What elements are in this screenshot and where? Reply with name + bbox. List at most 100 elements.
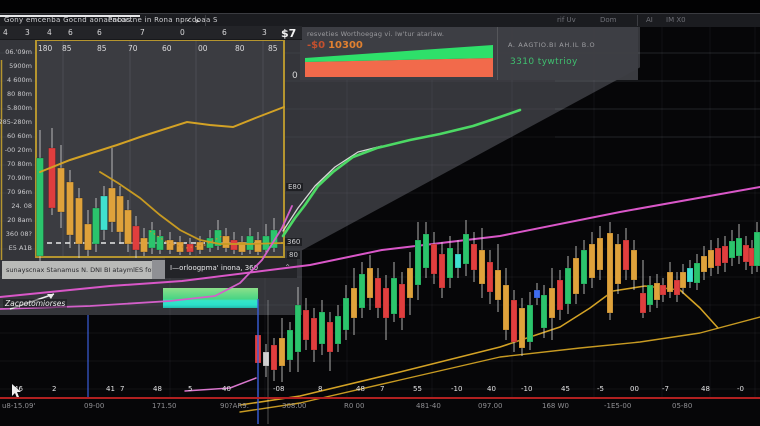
- x-axis-tick: 48: [356, 385, 365, 393]
- top-tick: 7: [140, 28, 145, 37]
- x-axis-label: 171.50: [152, 402, 177, 410]
- candle-body: [581, 250, 587, 284]
- candle-body: [327, 322, 333, 352]
- candle-body: [615, 244, 621, 284]
- candle-body: [565, 268, 571, 304]
- x-axis-label: -1E5-00: [604, 402, 631, 410]
- candle-body: [287, 330, 293, 360]
- tooltip-bar-chart: [300, 27, 638, 80]
- candle-body: [607, 233, 613, 313]
- x-axis-tick: 45: [561, 385, 570, 393]
- candle-body: [503, 285, 509, 330]
- price-label: 24. 08: [11, 202, 32, 210]
- candle-body: [319, 312, 325, 344]
- x-axis-label: 05-80: [672, 402, 692, 410]
- candle-body: [311, 318, 317, 350]
- x-axis-label: 90?AR9.: [220, 402, 249, 410]
- header-separator-2: [637, 15, 638, 26]
- growth-curve-green: [283, 110, 520, 236]
- header-menu-item[interactable]: rif Uv: [557, 14, 576, 27]
- price-label: 5.800m: [7, 104, 32, 112]
- candle-body: [527, 305, 533, 342]
- candle-body: [597, 238, 603, 270]
- header-menu-item[interactable]: IM X0: [666, 14, 686, 27]
- candle-body: [708, 250, 714, 268]
- candle-body: [674, 280, 680, 295]
- candle-body: [383, 288, 389, 318]
- x-axis-tick: 2: [52, 385, 56, 393]
- x-axis-tick: 48: [153, 385, 162, 393]
- candle-body: [303, 310, 309, 340]
- x-axis-tick: 5: [188, 385, 192, 393]
- candle-body: [415, 240, 421, 285]
- candle-body: [511, 300, 517, 342]
- x-axis-tick: -10: [521, 385, 532, 393]
- candle-body: [431, 244, 437, 274]
- panel-icon[interactable]: [152, 260, 165, 279]
- candle-body: [729, 241, 735, 258]
- top-black-strip: [0, 0, 760, 13]
- top-tick: 6: [68, 28, 73, 37]
- candle-body: [335, 316, 341, 344]
- x-axis-tick: 41: [106, 385, 115, 393]
- top-tick: 4: [3, 28, 8, 37]
- candle-body: [557, 280, 563, 310]
- price-label: 70 80m: [7, 160, 32, 168]
- candle-body: [271, 345, 277, 370]
- top-tick: 3: [25, 28, 30, 37]
- trading-app-window: Gony emcenba Gocnd aonaenbas. Pacoctne i…: [0, 0, 760, 426]
- price-label: 06.'09m: [5, 48, 32, 56]
- x-axis-tick: -0: [737, 385, 744, 393]
- candle-body: [295, 305, 301, 352]
- price-label: 70.90m: [7, 174, 32, 182]
- x-axis-tick: 7: [380, 385, 384, 393]
- candle-body: [631, 250, 637, 280]
- x-axis-tick: 7: [120, 385, 124, 393]
- header-toolbar: Gony emcenba Gocnd aonaenbas. Pacoctne i…: [0, 13, 760, 27]
- candle-body: [279, 338, 285, 366]
- price-label: E5 A1B: [9, 244, 32, 252]
- x-axis-tick: -08: [273, 385, 284, 393]
- candle-body: [573, 258, 579, 294]
- top-tick: 6: [222, 28, 227, 37]
- inset-right-price-label: E80: [286, 183, 303, 191]
- candle-body: [479, 250, 485, 284]
- candle-body: [743, 245, 749, 262]
- x-axis-tick: 40: [222, 385, 231, 393]
- candle-body: [680, 272, 686, 288]
- candle-body: [447, 248, 453, 278]
- candle-body: [549, 288, 555, 318]
- candle-body: [487, 262, 493, 292]
- candle-body: [701, 256, 707, 272]
- header-menu-item[interactable]: Dom: [600, 14, 617, 27]
- candle-body: [541, 295, 547, 328]
- candle-body: [589, 244, 595, 278]
- candle-body: [660, 285, 666, 295]
- x-axis-label: 09-00: [84, 402, 104, 410]
- candle-body: [654, 283, 660, 300]
- header-menu-item[interactable]: AI: [646, 14, 653, 27]
- price-label: 4 600m: [7, 76, 32, 84]
- candle-body: [455, 254, 461, 268]
- candle-body: [495, 270, 501, 300]
- top-tick-row: 434667063: [0, 26, 302, 40]
- x-axis-tick: 40: [487, 385, 496, 393]
- left-price-axis: 06.'09m5900m4 600m80 80m5.800m285-280m60…: [0, 0, 34, 426]
- candle-body: [647, 285, 653, 305]
- mini-axis-bottom-label: 0: [292, 71, 298, 81]
- price-label: 60 60m: [7, 132, 32, 140]
- candle-body: [736, 238, 742, 256]
- price-label: 285-280m: [0, 118, 32, 126]
- price-label: -00 20m: [5, 146, 32, 154]
- top-tick: 0: [180, 28, 185, 37]
- top-tick: 3: [262, 28, 267, 37]
- price-label: 70 96m: [7, 188, 32, 196]
- price-label: 360 08?: [6, 230, 32, 238]
- x-axis-tick: 46: [14, 385, 23, 393]
- x-axis-label: 308.00: [282, 402, 307, 410]
- candle-body: [391, 278, 397, 314]
- pink-bottom-segment: [185, 378, 256, 391]
- x-axis-tick: 00: [630, 385, 639, 393]
- top-tick: 4: [47, 28, 52, 37]
- x-axis-tick: 8: [318, 385, 322, 393]
